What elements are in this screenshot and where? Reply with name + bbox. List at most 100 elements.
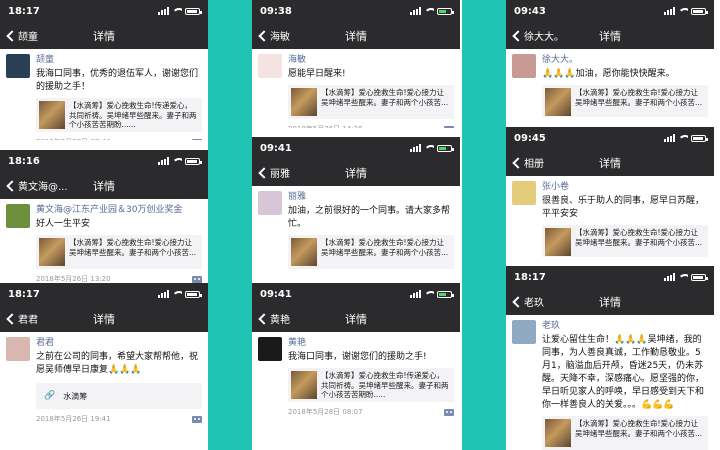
user-name[interactable]: 颉童 — [36, 54, 202, 67]
comment-icon[interactable] — [444, 408, 454, 416]
user-name[interactable]: 徐大大。 — [542, 54, 708, 67]
nav-bar: 徐大大。 详情 — [506, 22, 714, 49]
post-text: 我海口同事，谢谢您们的援助之手! — [288, 352, 427, 362]
back-button[interactable]: 君君 — [0, 311, 38, 326]
back-label: 颉童 — [18, 32, 38, 43]
link-thumbnail — [291, 238, 317, 266]
avatar[interactable] — [258, 54, 282, 78]
back-label: 黄艳 — [270, 315, 290, 326]
chevron-left-icon — [6, 29, 18, 42]
battery-level — [693, 275, 703, 279]
avatar[interactable] — [6, 54, 30, 78]
moment-detail-screen: 09:41 丽雅 详情 丽雅 加油，之前很好的一个同事。请大家多帮忙。 【水滴筹】爱心挽救… — [252, 137, 460, 274]
comment-icon[interactable] — [192, 275, 202, 283]
user-name[interactable]: 君君 — [36, 337, 202, 350]
signal-icon — [664, 7, 675, 15]
battery-level — [693, 136, 703, 140]
status-time: 09:43 — [514, 5, 546, 17]
status-time: 09:41 — [260, 288, 292, 300]
shared-link[interactable]: 【水滴筹】爱心挽救生命!爱心接力让吴坤绪早些醒来。妻子和两个小孩苦... — [542, 416, 708, 450]
back-button[interactable]: 黄艳 — [252, 311, 290, 326]
timestamp: 2018年5月27日 07:40 — [36, 137, 192, 140]
nav-bar: 丽雅 详情 — [252, 159, 460, 186]
signal-icon — [410, 290, 421, 298]
post-body: 黄艳我海口同事，谢谢您们的援助之手! 【水滴筹】爱心挽救生命!传递爱心，共同祈祷。… — [288, 337, 454, 417]
battery-icon — [437, 7, 454, 15]
nav-bar: 相册 详情 — [506, 149, 714, 176]
avatar[interactable] — [258, 337, 282, 361]
timestamp: 2018年5月26日 19:41 — [36, 415, 111, 423]
user-name[interactable]: 丽雅 — [288, 191, 454, 204]
avatar[interactable] — [258, 191, 282, 215]
user-name[interactable]: 海敏 — [288, 54, 454, 67]
comment-icon[interactable] — [444, 125, 454, 128]
post-meta: 2018年5月26日 19:41 — [36, 414, 202, 424]
shared-link[interactable]: 【水滴筹】爱心挽救生命!爱心接力让吴坤绪早些醒来。妻子和两个小孩苦... — [542, 225, 708, 257]
back-button[interactable]: 丽雅 — [252, 165, 290, 180]
shared-link[interactable]: 【水滴筹】爱心挽救生命!爱心接力让吴坤绪早些醒来。妻子和两个小孩苦... — [288, 235, 454, 269]
comment-icon[interactable] — [192, 138, 202, 140]
back-label: 徐大大。 — [524, 32, 564, 43]
battery-level — [439, 9, 446, 13]
status-time: 18:17 — [8, 5, 40, 17]
back-button[interactable]: 相册 — [506, 155, 544, 170]
moment-post: 老玖 让爱心留住生命！🙏🙏🙏吴坤绪，我的同事，为人善良真诚，工作勤恳敬业。5月1，… — [506, 315, 714, 450]
user-name[interactable]: 黄艳 — [288, 337, 454, 350]
back-button[interactable]: 颉童 — [0, 28, 38, 43]
avatar[interactable] — [6, 204, 30, 228]
post-text: 🙏🙏🙏加油，愿你能快快醒来。 — [542, 69, 675, 79]
moment-detail-screen: 18:16 黄文海@... 详情 黄文海@江东产业园＆30万创业奖金 好人一生平安 【水滴… — [0, 150, 208, 283]
status-time: 09:41 — [260, 142, 292, 154]
status-bar: 18:17 — [0, 0, 208, 22]
shared-link[interactable]: 🔗 水滴筹 — [36, 383, 202, 409]
timestamp: 2018年5月26日 13:20 — [36, 275, 111, 283]
avatar[interactable] — [6, 337, 30, 361]
status-time: 18:17 — [8, 288, 40, 300]
battery-icon — [185, 157, 202, 165]
avatar[interactable] — [512, 320, 536, 344]
back-button[interactable]: 海敏 — [252, 28, 290, 43]
user-name[interactable]: 黄文海@江东产业园＆30万创业奖金 — [36, 204, 202, 217]
shared-link[interactable]: 【水滴筹】爱心挽救生命!爱心接力让吴坤绪早些醒来。妻子和两个小孩苦... — [36, 235, 202, 269]
status-icons — [410, 7, 454, 15]
moment-detail-screen: 09:43 徐大大。 详情 徐大大。 🙏🙏🙏加油，愿你能快快醒来。 【水滴筹】爱心挽救生命… — [506, 0, 714, 117]
status-icons — [158, 157, 202, 165]
moment-detail-screen: 09:45 相册 详情 张小卷 很善良、乐于助人的同事，愿早日苏醒，平平安安 【水滴筹】爱… — [506, 127, 714, 257]
status-bar: 09:43 — [506, 0, 714, 22]
post-body: 老玖 让爱心留住生命！🙏🙏🙏吴坤绪，我的同事，为人善良真诚，工作勤恳敬业。5月1，… — [542, 320, 708, 450]
avatar[interactable] — [512, 181, 536, 205]
shared-link[interactable]: 【水滴筹】爱心挽救生命!爱心接力让吴坤绪早些醒来。妻子和两个小孩苦... — [288, 85, 454, 119]
status-icons — [158, 7, 202, 15]
signal-icon — [158, 157, 169, 165]
link-thumbnail — [291, 88, 317, 116]
signal-icon — [664, 134, 675, 142]
battery-icon — [437, 144, 454, 152]
nav-bar: 颉童 详情 — [0, 22, 208, 49]
moment-detail-screen: 09:38 海敏 详情 海敏 愿能早日醒来! 【水滴筹】爱心挽救生命!爱心接力让吴坤绪早些… — [252, 0, 460, 128]
comment-icon[interactable] — [192, 415, 202, 423]
nav-bar: 海敏 详情 — [252, 22, 460, 49]
battery-icon — [691, 134, 708, 142]
wifi-icon — [172, 7, 182, 15]
shared-link[interactable]: 【水滴筹】爱心挽救生命!传递爱心，共同祈祷。吴坤绪早些醒来。妻子和两个小孩苦苦期… — [36, 98, 202, 132]
back-label: 老玖 — [524, 298, 544, 309]
back-label: 君君 — [18, 315, 38, 326]
back-button[interactable]: 黄文海@... — [0, 178, 68, 193]
back-button[interactable]: 老玖 — [506, 294, 544, 309]
battery-icon — [691, 273, 708, 281]
post-body: 颉童 我海口同事，优秀的退伍军人，谢谢您们的援助之手！ 【水滴筹】爱心挽救生命!传递… — [36, 54, 202, 140]
status-bar: 09:45 — [506, 127, 714, 149]
status-time: 09:38 — [260, 5, 292, 17]
battery-icon — [185, 7, 202, 15]
back-button[interactable]: 徐大大。 — [506, 28, 564, 43]
battery-level — [439, 146, 446, 150]
user-name[interactable]: 老玖 — [542, 320, 708, 333]
nav-bar: 君君 详情 — [0, 305, 208, 332]
avatar[interactable] — [512, 54, 536, 78]
status-icons — [158, 290, 202, 298]
nav-bar: 黄文海@... 详情 — [0, 172, 208, 199]
shared-link[interactable]: 【水滴筹】爱心挽救生命!爱心接力让吴坤绪早些醒来。妻子和两个小孩苦... — [542, 85, 708, 117]
user-name[interactable]: 张小卷 — [542, 181, 708, 194]
chevron-left-icon — [512, 295, 524, 308]
shared-link[interactable]: 【水滴筹】爱心挽救生命!传递爱心，共同祈祷。吴坤绪早些醒来。妻子和两个小孩苦苦期… — [288, 368, 454, 402]
